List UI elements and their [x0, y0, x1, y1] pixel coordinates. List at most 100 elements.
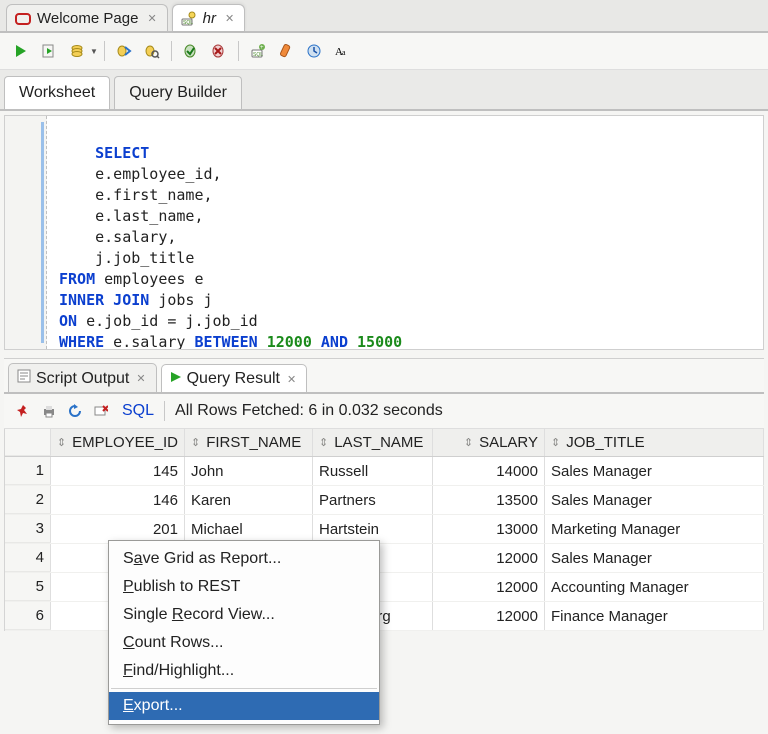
cell-first-name[interactable]: John	[185, 457, 313, 485]
kw-inner-join: INNER JOIN	[59, 291, 149, 309]
ctx-count-rows[interactable]: Count Rows...	[109, 629, 379, 657]
result-toolbar: SQL All Rows Fetched: 6 in 0.032 seconds	[4, 394, 764, 429]
cell-employee-id[interactable]: 201	[51, 515, 185, 543]
tab-welcome-page[interactable]: Welcome Page ✕	[6, 4, 168, 31]
result-tabs: Script Output ✕ Query Result ✕	[4, 359, 764, 394]
svg-text:a: a	[342, 48, 346, 57]
run-icon	[170, 370, 182, 388]
cell-job-title[interactable]: Finance Manager	[545, 602, 764, 630]
main-toolbar: ▼ SQL+ Aa	[0, 33, 768, 70]
selection-indicator	[41, 122, 44, 343]
sql-link[interactable]: SQL	[122, 402, 154, 420]
sort-icon: ⇕	[57, 436, 66, 449]
tab-label: Query Result	[187, 370, 280, 388]
ctx-publish-rest[interactable]: Publish to REST	[109, 573, 379, 601]
run-script-button[interactable]	[36, 39, 62, 63]
worksheet-tabs: Worksheet Query Builder	[0, 70, 768, 111]
fetch-status: All Rows Fetched: 6 in 0.032 seconds	[175, 402, 443, 420]
table-row[interactable]: 2146KarenPartners13500Sales Manager	[5, 486, 764, 515]
ctx-find-highlight[interactable]: Find/Highlight...	[109, 657, 379, 685]
cell-job-title[interactable]: Sales Manager	[545, 486, 764, 514]
col-salary[interactable]: ⇕ SALARY	[433, 429, 545, 456]
unshared-worksheet-button[interactable]: SQL+	[245, 39, 271, 63]
format-button[interactable]: Aa	[329, 39, 355, 63]
sql-num: 15000	[348, 333, 402, 350]
tab-label: Welcome Page	[37, 10, 138, 27]
tab-query-builder[interactable]: Query Builder	[114, 76, 242, 109]
sort-icon: ⇕	[191, 436, 200, 449]
cell-employee-id[interactable]: 146	[51, 486, 185, 514]
cell-salary[interactable]: 14000	[433, 457, 545, 485]
close-icon[interactable]: ✕	[225, 12, 234, 25]
sql-num: 12000	[258, 333, 321, 350]
close-icon[interactable]: ✕	[147, 12, 156, 25]
pin-button[interactable]	[12, 400, 34, 422]
sql-code[interactable]: SELECT e.employee_id, e.first_name, e.la…	[47, 116, 412, 349]
col-last-name[interactable]: ⇕LAST_NAME	[313, 429, 433, 456]
tab-script-output[interactable]: Script Output ✕	[8, 363, 157, 392]
cell-first-name[interactable]: Michael	[185, 515, 313, 543]
cell-salary[interactable]: 12000	[433, 602, 545, 630]
autotrace-button[interactable]	[111, 39, 137, 63]
ctx-save-grid[interactable]: Save Grid as Report...	[109, 545, 379, 573]
cell-job-title[interactable]: Accounting Manager	[545, 573, 764, 601]
cell-salary[interactable]: 12000	[433, 573, 545, 601]
cell-salary[interactable]: 13500	[433, 486, 545, 514]
cell-job-title[interactable]: Sales Manager	[545, 457, 764, 485]
oracle-icon	[15, 11, 31, 27]
sql-col: j.job_title	[95, 249, 194, 267]
find-db-object-button[interactable]	[139, 39, 165, 63]
sort-icon: ⇕	[464, 436, 473, 449]
refresh-button[interactable]	[64, 400, 86, 422]
col-first-name[interactable]: ⇕FIRST_NAME	[185, 429, 313, 456]
clear-button[interactable]	[273, 39, 299, 63]
explain-plan-button[interactable]	[64, 39, 90, 63]
cell-job-title[interactable]: Sales Manager	[545, 544, 764, 572]
col-label: SALARY	[479, 434, 538, 451]
connection-tabs: Welcome Page ✕ SQL hr ✕	[0, 0, 768, 33]
col-job-title[interactable]: ⇕JOB_TITLE	[545, 429, 764, 456]
sql-table: employees e	[95, 270, 203, 288]
sql-on-expr: e.job_id = j.job_id	[77, 312, 258, 330]
tab-query-result[interactable]: Query Result ✕	[161, 364, 308, 392]
commit-button[interactable]	[178, 39, 204, 63]
tab-worksheet[interactable]: Worksheet	[4, 76, 110, 109]
rownum-cell: 2	[5, 486, 51, 514]
ctx-export[interactable]: Export...	[109, 692, 379, 720]
kw-and: AND	[321, 333, 348, 350]
sql-col: e.salary,	[95, 228, 176, 246]
svg-text:SQL: SQL	[183, 20, 193, 26]
sql-editor[interactable]: SELECT e.employee_id, e.first_name, e.la…	[4, 115, 764, 350]
rownum-header	[5, 429, 51, 456]
separator	[164, 401, 165, 421]
cell-salary[interactable]: 12000	[433, 544, 545, 572]
tab-hr[interactable]: SQL hr ✕	[172, 4, 246, 31]
separator	[111, 688, 377, 689]
rollback-button[interactable]	[206, 39, 232, 63]
sql-table: jobs j	[149, 291, 212, 309]
sql-col: e.first_name,	[95, 186, 212, 204]
sql-where: e.salary	[104, 333, 194, 350]
rownum-cell: 5	[5, 573, 51, 601]
cell-last-name[interactable]: Hartstein	[313, 515, 433, 543]
kw-from: FROM	[59, 270, 95, 288]
close-icon[interactable]: ✕	[136, 372, 145, 385]
table-row[interactable]: 1145JohnRussell14000Sales Manager	[5, 457, 764, 486]
cell-last-name[interactable]: Partners	[313, 486, 433, 514]
sql-history-button[interactable]	[301, 39, 327, 63]
delete-row-button[interactable]	[90, 400, 112, 422]
rownum-cell: 3	[5, 515, 51, 543]
ctx-single-record[interactable]: Single Record View...	[109, 601, 379, 629]
close-icon[interactable]: ✕	[287, 373, 296, 386]
cell-last-name[interactable]: Russell	[313, 457, 433, 485]
cell-first-name[interactable]: Karen	[185, 486, 313, 514]
print-button[interactable]	[38, 400, 60, 422]
dropdown-arrow-icon[interactable]: ▼	[90, 47, 98, 56]
cell-job-title[interactable]: Marketing Manager	[545, 515, 764, 543]
tab-label: hr	[203, 10, 216, 27]
cell-salary[interactable]: 13000	[433, 515, 545, 543]
col-employee-id[interactable]: ⇕EMPLOYEE_ID	[51, 429, 185, 456]
cell-employee-id[interactable]: 145	[51, 457, 185, 485]
kw-where: WHERE	[59, 333, 104, 350]
run-button[interactable]	[8, 39, 34, 63]
